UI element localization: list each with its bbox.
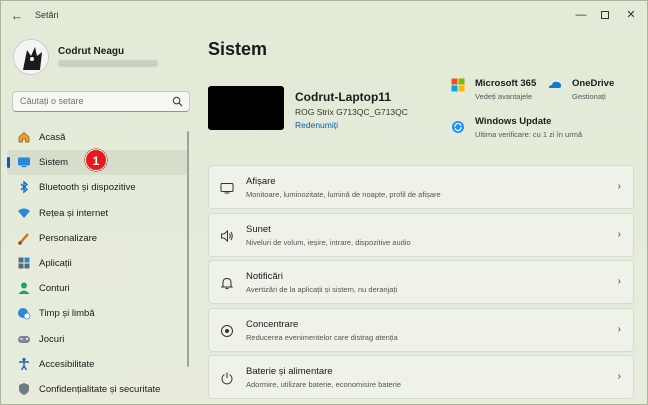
device-image [208, 86, 284, 130]
shield-icon [19, 382, 29, 395]
sidebar-item-label: Acasă [39, 132, 66, 143]
card-title: Notificări [246, 271, 283, 282]
sidebar-item-label: Sistem [39, 157, 69, 169]
onedrive-icon [549, 81, 561, 88]
sidebar-scrollbar[interactable] [187, 131, 189, 367]
card-subtitle: Monitoare, luminozitate, lumină de noapt… [246, 190, 441, 199]
chevron-right-icon: › [617, 371, 621, 382]
search-input[interactable] [20, 96, 165, 106]
sidebar-item-label: Aplicații [39, 257, 72, 269]
card-subtitle: Adormire, utilizare baterie, economisire… [246, 380, 402, 389]
quick-link-subtitle: Ultima verificare: cu 1 zi în urmă [475, 130, 583, 139]
focus-icon [221, 324, 233, 337]
windows-update-icon [452, 121, 464, 133]
back-arrow-icon[interactable]: ← [9, 8, 25, 24]
bell-icon [220, 277, 234, 290]
sidebar-item-gaming[interactable]: Jocuri [7, 327, 189, 352]
person-icon [18, 282, 30, 295]
quick-link-subtitle: Gestionați [572, 92, 606, 101]
wifi-icon [18, 208, 30, 218]
globe-clock-icon [18, 308, 31, 320]
microsoft-365-icon [451, 78, 465, 92]
annotation-badge-1: 1 [85, 149, 107, 171]
settings-card-display[interactable]: Afișare Monitoare, luminozitate, lumină … [208, 165, 634, 209]
brush-icon [18, 233, 29, 245]
card-title: Concentrare [246, 318, 299, 330]
settings-card-notifications[interactable]: Notificări Avertizări de la aplicații și… [208, 260, 634, 304]
sidebar-item-personalization[interactable]: Personalizare [7, 226, 189, 251]
device-model: ROG Strix G713QC_G713QC [295, 107, 408, 117]
settings-list: Afișare Monitoare, luminozitate, lumină … [208, 165, 634, 403]
quick-link-title: Windows Update [475, 116, 552, 127]
active-indicator [7, 157, 10, 169]
search-box[interactable] [12, 91, 190, 112]
monitor-icon [18, 157, 30, 168]
sidebar-item-network[interactable]: Rețea și internet [7, 201, 189, 226]
bluetooth-icon [20, 180, 29, 194]
page-title: Sistem [208, 39, 268, 59]
rename-link[interactable]: Redenumiți [295, 120, 338, 130]
user-name: Codrut Neagu [58, 46, 125, 57]
sidebar-item-label: Timp și limbă [39, 308, 95, 320]
sidebar-item-label: Conturi [39, 283, 70, 295]
avatar[interactable] [13, 39, 49, 75]
card-title: Afișare [246, 176, 276, 187]
sidebar-item-privacy-security[interactable]: Confidențialitate și securitate [7, 377, 189, 402]
user-email-redacted [58, 60, 158, 67]
settings-card-focus[interactable]: Concentrare Reducerea evenimentelor care… [208, 307, 634, 352]
search-icon[interactable] [172, 96, 183, 107]
settings-card-sound[interactable]: Sunet Niveluri de volum, ieșire, intrare… [208, 212, 634, 257]
card-subtitle: Niveluri de volum, ieșire, intrare, disp… [246, 237, 411, 247]
sidebar-item-label: Personalizare [39, 232, 98, 244]
window-title: Setări [35, 10, 59, 20]
speaker-icon [221, 229, 233, 242]
display-icon [220, 183, 234, 194]
sidebar-item-label: Rețea și internet [39, 207, 109, 219]
sidebar-item-bluetooth[interactable]: Bluetooth și dispozitive [7, 175, 189, 200]
chevron-right-icon: › [617, 181, 621, 192]
sidebar-item-label: Confidențialitate și securitate [39, 383, 161, 395]
chevron-right-icon: › [617, 276, 621, 287]
quick-link-title: Microsoft 365 [475, 78, 537, 89]
title-bar: ← Setări — ✕ [1, 1, 647, 31]
quick-link-title: OneDrive [572, 78, 615, 89]
sidebar-item-apps[interactable]: Aplicații [7, 251, 189, 276]
minimize-button[interactable]: — [571, 7, 591, 23]
card-subtitle: Avertizări de la aplicații și sistem, nu… [246, 285, 398, 294]
accessibility-icon [19, 357, 29, 371]
gamepad-icon [18, 335, 30, 343]
power-icon [221, 372, 233, 385]
sidebar-item-accessibility[interactable]: Accesibilitate [7, 352, 189, 377]
card-subtitle: Reducerea evenimentelor care distrag ate… [246, 332, 398, 342]
card-title: Sunet [246, 223, 271, 235]
sidebar-item-home[interactable]: Acasă [7, 125, 189, 150]
sidebar-item-label: Jocuri [39, 333, 65, 345]
chevron-right-icon: › [617, 323, 621, 335]
settings-card-power-battery[interactable]: Baterie și alimentare Adormire, utilizar… [208, 355, 634, 399]
chevron-right-icon: › [617, 228, 621, 240]
close-button[interactable]: ✕ [621, 7, 641, 23]
sidebar-item-time-language[interactable]: Timp și limbă [7, 301, 189, 326]
home-icon [18, 132, 30, 143]
maximize-button[interactable] [595, 7, 615, 23]
card-title: Baterie și alimentare [246, 366, 333, 377]
quick-link-subtitle: Vedeți avantajele [475, 92, 533, 101]
apps-icon [18, 257, 30, 269]
settings-window: ← Setări — ✕ Codrut Neagu Acasă [0, 0, 648, 405]
sidebar-item-label: Accesibilitate [39, 358, 95, 370]
sidebar-item-accounts[interactable]: Conturi [7, 276, 189, 301]
device-name: Codrut-Laptop11 [295, 90, 391, 104]
sidebar-item-label: Bluetooth și dispozitive [39, 182, 136, 194]
